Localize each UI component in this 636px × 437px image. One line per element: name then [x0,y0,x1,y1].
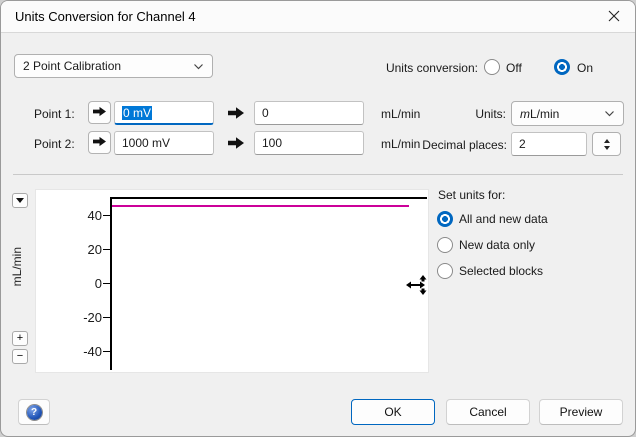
arrow-right-icon [228,103,244,123]
radio-label[interactable]: All and new data [459,212,548,226]
units-conversion-label: Units conversion: [385,61,478,75]
units-conversion-dialog: Units Conversion for Channel 4 2 Point C… [0,0,636,437]
y-axis-line [110,197,112,370]
point1-converted-input[interactable]: 0 [254,101,364,125]
dialog-title: Units Conversion for Channel 4 [15,9,196,24]
radio-icon[interactable] [437,237,453,253]
ok-button[interactable]: OK [351,399,435,425]
radio-label[interactable]: Selected blocks [459,264,543,278]
spinner-up-icon[interactable] [603,138,610,143]
chevron-down-icon [604,110,615,117]
y-tick-mark [103,317,110,318]
y-tick-mark [103,351,110,352]
decimal-places-label: Decimal places: [422,138,507,152]
units-select-value: mL/min [520,106,560,121]
decimal-places-stepper[interactable] [592,132,621,156]
units-select[interactable]: mL/min [511,101,624,126]
y-tick-label: 0 [94,276,102,291]
point2-raw-input[interactable]: 1000 mV [114,131,214,155]
y-tick-mark [103,283,110,284]
y-tick-mark [103,249,110,250]
calibration-method-select[interactable]: 2 Point Calibration [14,54,213,78]
help-button[interactable]: ? [18,399,50,425]
units-conversion-on-label[interactable]: On [577,61,593,75]
units-conversion-off-label[interactable]: Off [506,61,522,75]
y-tick-label: 40 [87,208,102,223]
point1-raw-value: 0 mV [122,105,153,120]
help-icon: ? [26,404,42,420]
chart-top-border [110,197,427,199]
preview-button[interactable]: Preview [539,399,623,425]
point1-unit-label: mL/min [381,107,421,121]
zoom-in-button[interactable]: + [12,331,28,346]
arrow-right-icon [228,133,244,153]
radio-icon[interactable] [437,263,453,279]
y-tick-label: 20 [87,242,102,257]
minus-icon: − [16,350,24,362]
arrow-right-icon [93,105,106,120]
point1-raw-input[interactable]: 0 mV [114,101,214,125]
decimal-places-value: 2 [519,137,526,151]
radio-label[interactable]: New data only [459,238,535,252]
point2-converted-value: 100 [262,136,283,150]
cancel-button[interactable]: Cancel [446,399,530,425]
point2-capture-button[interactable] [88,131,111,154]
plus-icon: + [16,332,24,344]
radio-icon[interactable] [437,211,453,227]
section-divider [13,174,623,175]
units-conversion-off-radio[interactable] [484,59,500,75]
resize-cursor [406,275,429,298]
y-tick-label: -40 [83,344,102,359]
signal-trace [112,205,409,207]
close-button[interactable] [598,3,630,31]
point1-capture-button[interactable] [88,101,111,124]
y-tick-mark [103,215,110,216]
set-units-for-label: Set units for: [438,188,506,202]
point2-raw-value: 1000 mV [122,136,171,150]
point2-label: Point 2: [34,137,75,151]
units-conversion-on-radio[interactable] [554,59,570,75]
triangle-down-icon [16,198,24,203]
titlebar[interactable]: Units Conversion for Channel 4 [1,1,635,33]
signal-preview-chart[interactable]: 40 20 0 -20 -40 [35,189,429,373]
chevron-down-icon [193,63,204,70]
point1-converted-value: 0 [262,106,269,120]
axis-menu-button[interactable] [12,193,28,208]
spinner-down-icon[interactable] [603,145,610,150]
arrow-right-icon [93,135,106,150]
decimal-places-input[interactable]: 2 [511,132,587,156]
point1-label: Point 1: [34,107,75,121]
y-axis-title: mL/min [10,247,24,287]
point2-converted-input[interactable]: 100 [254,131,364,155]
calibration-method-value: 2 Point Calibration [23,59,122,73]
zoom-out-button[interactable]: − [12,349,28,364]
units-label: Units: [475,107,506,121]
y-tick-label: -20 [83,310,102,325]
close-icon [608,10,620,25]
